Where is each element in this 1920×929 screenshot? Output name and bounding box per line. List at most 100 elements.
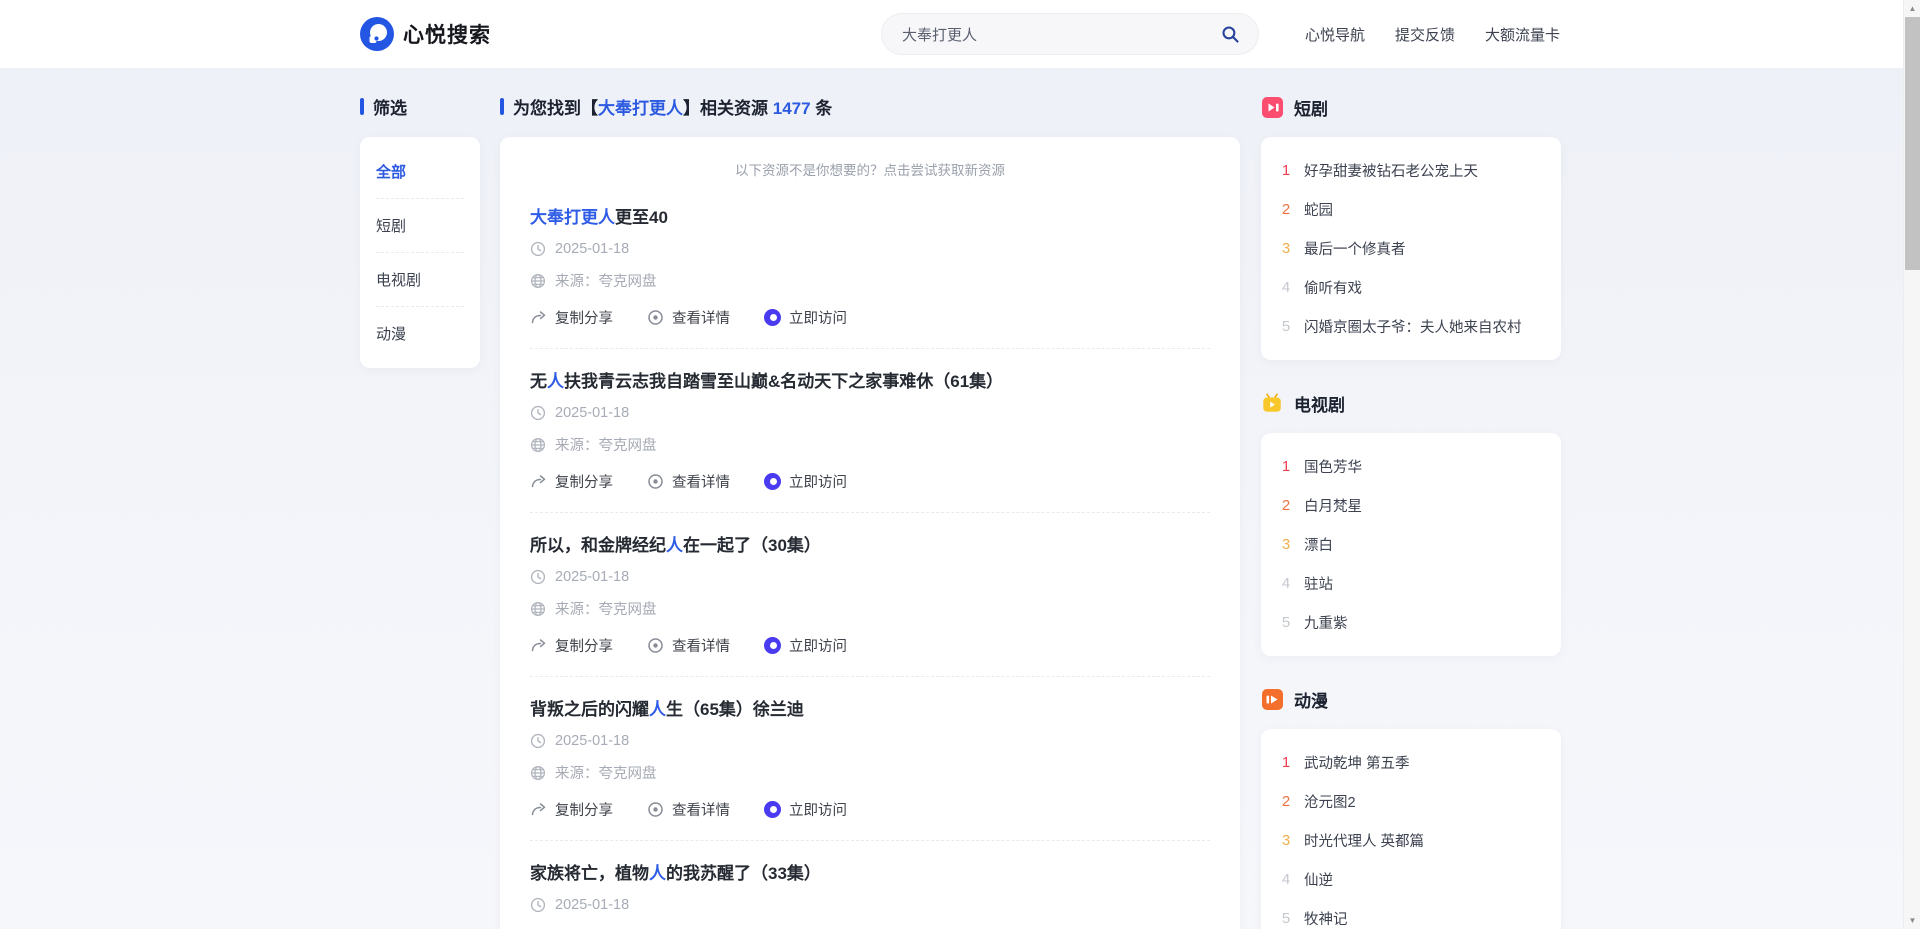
view-detail-button[interactable]: 查看详情: [647, 307, 730, 328]
rankings-column: 短剧 1好孕甜妻被钻石老公宠上天2蛇园3最后一个修真者4偷听有戏5闪婚京圈太子爷…: [1261, 94, 1561, 929]
header-nav: 心悦导航 提交反馈 大额流量卡: [1305, 24, 1560, 45]
ranking-item[interactable]: 1好孕甜妻被钻石老公宠上天: [1281, 151, 1541, 190]
result-item: 所以，和金牌经纪人在一起了（30集） 2025-01-18 来源：夸克网盘 复制…: [530, 513, 1210, 677]
page-scrollbar: ▲ ▼: [1903, 0, 1920, 929]
rank-label: 时光代理人 英都篇: [1304, 830, 1424, 851]
visit-now-button[interactable]: 立即访问: [764, 307, 847, 328]
copy-share-button[interactable]: 复制分享: [530, 799, 613, 820]
copy-share-label: 复制分享: [555, 471, 613, 492]
result-actions: 复制分享 查看详情 立即访问: [530, 307, 1210, 328]
rank-label: 最后一个修真者: [1304, 238, 1406, 259]
view-detail-label: 查看详情: [672, 799, 730, 820]
rank-label: 白月梵星: [1304, 495, 1362, 516]
view-detail-button[interactable]: 查看详情: [647, 799, 730, 820]
share-icon: [530, 801, 547, 818]
visit-now-label: 立即访问: [789, 307, 847, 328]
ranking-item[interactable]: 5牧神记: [1281, 899, 1541, 929]
rank-label: 牧神记: [1304, 908, 1348, 929]
copy-share-button[interactable]: 复制分享: [530, 307, 613, 328]
rank-number: 5: [1281, 614, 1291, 631]
result-title[interactable]: 大奉打更人更至40: [530, 203, 1210, 228]
copy-share-button[interactable]: 复制分享: [530, 635, 613, 656]
rank-number: 3: [1281, 832, 1291, 849]
ranking-item[interactable]: 5九重紫: [1281, 603, 1541, 642]
copy-share-button[interactable]: 复制分享: [530, 471, 613, 492]
globe-icon: [530, 437, 546, 453]
copy-share-label: 复制分享: [555, 307, 613, 328]
search-icon: [1220, 24, 1241, 45]
filter-item[interactable]: 全部: [376, 145, 464, 199]
heading-accent-bar: [360, 98, 364, 115]
ranking-title: 电视剧: [1294, 391, 1345, 416]
ranking-item[interactable]: 3漂白: [1281, 525, 1541, 564]
nav-link[interactable]: 提交反馈: [1395, 24, 1455, 45]
eye-icon: [647, 309, 664, 326]
filter-item[interactable]: 短剧: [376, 199, 464, 253]
result-source: 来源：夸克网盘: [555, 270, 657, 291]
rank-number: 1: [1281, 754, 1291, 771]
view-detail-button[interactable]: 查看详情: [647, 471, 730, 492]
result-title[interactable]: 无人扶我青云志我自踏雪至山巅&名动天下之家事难休（61集）: [530, 367, 1210, 392]
visit-now-button[interactable]: 立即访问: [764, 799, 847, 820]
clock-icon: [530, 569, 546, 585]
result-source-row: 来源：夸克网盘: [530, 762, 1210, 783]
eye-icon: [647, 637, 664, 654]
view-detail-button[interactable]: 查看详情: [647, 635, 730, 656]
rank-number: 3: [1281, 240, 1291, 257]
result-title[interactable]: 背叛之后的闪耀人生（65集）徐兰迪: [530, 695, 1210, 720]
ranking-item[interactable]: 3 最后一个修真者: [1281, 229, 1541, 268]
visit-now-button[interactable]: 立即访问: [764, 635, 847, 656]
ranking-item[interactable]: 1国色芳华: [1281, 447, 1541, 486]
ranking-item[interactable]: 4驻站: [1281, 564, 1541, 603]
nav-link[interactable]: 心悦导航: [1305, 24, 1365, 45]
scrollbar-up-arrow[interactable]: ▲: [1904, 0, 1920, 17]
rank-number: 5: [1281, 318, 1291, 335]
ranking-item[interactable]: 2沧元图2: [1281, 782, 1541, 821]
visit-icon: [764, 801, 781, 818]
globe-icon: [530, 601, 546, 617]
eye-icon: [647, 473, 664, 490]
view-detail-label: 查看详情: [672, 635, 730, 656]
visit-now-button[interactable]: 立即访问: [764, 471, 847, 492]
search-input[interactable]: [902, 26, 1218, 43]
ranking-item[interactable]: 2白月梵星: [1281, 486, 1541, 525]
ranking-item[interactable]: 1武动乾坤 第五季: [1281, 743, 1541, 782]
scrollbar-thumb[interactable]: [1905, 17, 1920, 270]
clock-icon: [530, 897, 546, 913]
search-bar: [881, 13, 1259, 55]
results-heading-text: 为您找到【大奉打更人】相关资源 1477 条: [513, 94, 832, 119]
nav-link[interactable]: 大额流量卡: [1485, 24, 1560, 45]
refresh-hint-link[interactable]: 以下资源不是你想要的？点击尝试获取新资源: [530, 159, 1210, 179]
ranking-item[interactable]: 4偷听有戏: [1281, 268, 1541, 307]
filter-item[interactable]: 电视剧: [376, 253, 464, 307]
view-detail-label: 查看详情: [672, 471, 730, 492]
result-source: 来源：夸克网盘: [555, 762, 657, 783]
clock-icon: [530, 733, 546, 749]
header: 心悦搜索 心悦导航 提交反馈 大额流量卡: [0, 0, 1920, 68]
results-card: 以下资源不是你想要的？点击尝试获取新资源 大奉打更人更至40 2025-01-1…: [500, 137, 1240, 929]
globe-icon: [530, 765, 546, 781]
result-date: 2025-01-18: [555, 897, 629, 913]
scrollbar-down-arrow[interactable]: ▼: [1904, 912, 1920, 929]
result-date-row: 2025-01-18: [530, 897, 1210, 913]
ranking-item[interactable]: 2蛇园: [1281, 190, 1541, 229]
search-button[interactable]: [1218, 22, 1242, 46]
anime-icon: [1261, 688, 1284, 711]
visit-icon: [764, 637, 781, 654]
rank-label: 驻站: [1304, 573, 1333, 594]
ranking-section: 电视剧 1国色芳华2白月梵星3漂白4驻站5九重紫: [1261, 390, 1561, 656]
rank-label: 仙逆: [1304, 869, 1333, 890]
ranking-item[interactable]: 3 时光代理人 英都篇: [1281, 821, 1541, 860]
result-title[interactable]: 家族将亡，植物人的我苏醒了（33集）: [530, 859, 1210, 884]
ranking-item[interactable]: 4 仙逆: [1281, 860, 1541, 899]
share-icon: [530, 637, 547, 654]
ranking-item[interactable]: 5闪婚京圈太子爷：夫人她来自农村: [1281, 307, 1541, 346]
result-source-row: 来源：夸克网盘: [530, 434, 1210, 455]
rank-number: 2: [1281, 201, 1291, 218]
rank-number: 4: [1281, 871, 1291, 888]
logo[interactable]: 心悦搜索: [360, 17, 491, 51]
filter-item[interactable]: 动漫: [376, 307, 464, 360]
result-title[interactable]: 所以，和金牌经纪人在一起了（30集）: [530, 531, 1210, 556]
result-item: 背叛之后的闪耀人生（65集）徐兰迪 2025-01-18 来源：夸克网盘 复制分…: [530, 677, 1210, 841]
logo-text: 心悦搜索: [403, 19, 491, 49]
